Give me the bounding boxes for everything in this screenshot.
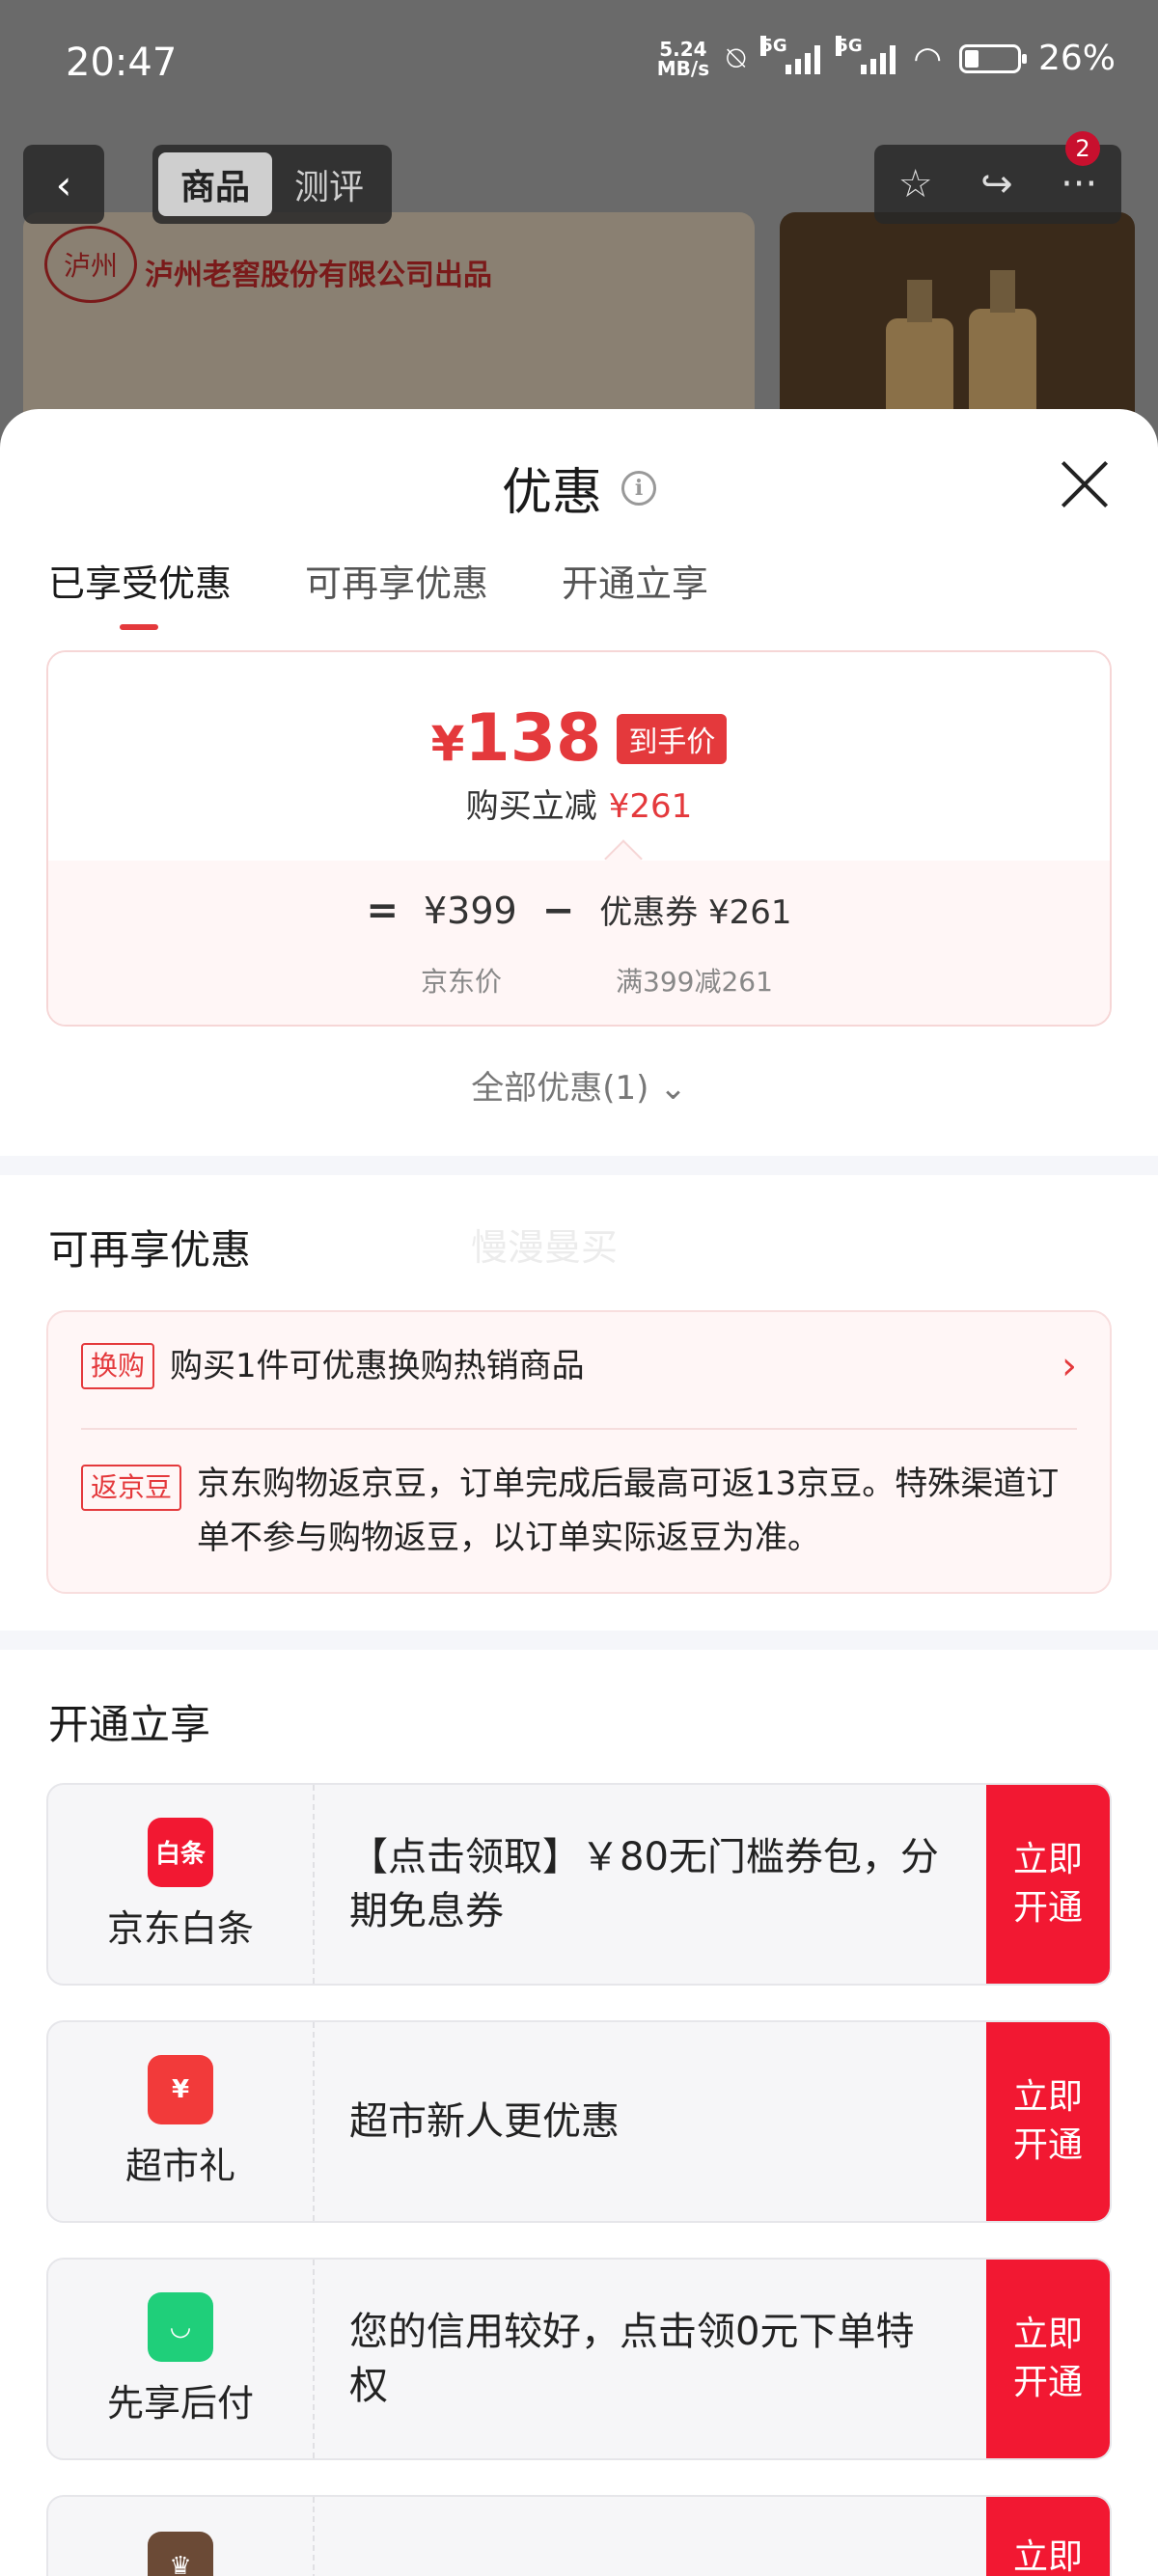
tab-reenjoy[interactable]: 可再享优惠 [305, 554, 488, 630]
reenjoy-card: 换购 购买1件可优惠换购热销商品 › 返京豆 京东购物返京豆，订单完成后最高可返… [46, 1310, 1112, 1594]
instant-discount: 购买立减 ¥261 [48, 780, 1110, 827]
close-icon[interactable] [1058, 457, 1112, 511]
section-divider [0, 1156, 1158, 1175]
promo-text: 购买1件可优惠换购热销商品 [170, 1347, 585, 1385]
brand-text: 泸州老窖股份有限公司出品 [145, 259, 492, 292]
shopping-bag-icon: ◡ [148, 2291, 213, 2362]
open-card-member[interactable]: ♛ 立即开通 [46, 2495, 1112, 2576]
chevron-right-icon: › [1062, 1344, 1077, 1388]
promo-row-tradein[interactable]: 换购 购买1件可优惠换购热销商品 › [81, 1343, 1077, 1389]
open-card-desc: 【点击领取】￥80无门槛券包，分期免息券 [349, 1835, 939, 1933]
section-divider [0, 1631, 1158, 1650]
open-card-name: 超市礼 [124, 2144, 235, 2187]
open-title: 开通立享 [48, 1701, 211, 1748]
jd-price: ¥399 [423, 890, 517, 932]
crown-icon: ♛ [148, 2532, 213, 2576]
open-now-button[interactable]: 立即开通 [986, 2022, 1110, 2221]
segment-review[interactable]: 测评 [272, 152, 386, 216]
page-segment-switch: 商品 测评 [152, 145, 392, 224]
sheet-title: 优惠 [501, 464, 602, 522]
promo-row-jingdou: 返京豆 京东购物返京豆，订单完成后最高可返13京豆。特殊渠道订单不参与购物返豆，… [81, 1457, 1077, 1565]
top-bar: ‹ 商品 测评 ☆ ↪ ··· 2 [0, 131, 1158, 224]
signal-tag: 5G [836, 35, 863, 56]
promo-tabs: 已享受优惠 可再享优惠 开通立享 [48, 554, 708, 630]
sheet-header: 优惠 i [0, 452, 1158, 524]
final-price-tag: 到手价 [617, 713, 728, 764]
share-icon[interactable]: ↪ [980, 162, 1013, 206]
promo-tag: 返京豆 [81, 1465, 182, 1511]
top-actions: ☆ ↪ ··· 2 [874, 131, 1121, 224]
open-now-button[interactable]: 立即开通 [986, 1785, 1110, 1984]
open-card-desc: 超市新人更优惠 [349, 2099, 620, 2144]
final-price: ¥138 [431, 700, 602, 777]
price-formula: = ¥399 − 优惠券 ¥261 [48, 886, 1110, 933]
status-bar: 20:47 5.24 MB/s ⍉ 5G 5G ◠ 26% [0, 0, 1158, 135]
open-card-baitiao[interactable]: 白条 京东白条 【点击领取】￥80无门槛券包，分期免息券 立即开通 [46, 1783, 1112, 1986]
reenjoy-title: 可再享优惠 [48, 1226, 252, 1274]
signal-5g-icon-2: 5G [836, 35, 896, 74]
open-now-button[interactable]: 立即开通 [986, 2260, 1110, 2458]
final-price-amount: 138 [464, 700, 602, 777]
row-divider [81, 1428, 1077, 1430]
open-now-button[interactable]: 立即开通 [986, 2497, 1110, 2576]
instant-discount-value: ¥261 [608, 787, 693, 826]
jd-price-label: 京东价 [421, 966, 503, 998]
open-card-name: 先享后付 [106, 2381, 254, 2425]
brand-logo: 泸州 [44, 226, 137, 303]
tab-open[interactable]: 开通立享 [562, 554, 708, 630]
minus-sign: − [541, 889, 575, 933]
coupon-label: 满399减261 [616, 966, 773, 998]
notification-badge: 2 [1065, 131, 1100, 166]
supermarket-gift-icon: ¥ [148, 2054, 213, 2124]
info-icon[interactable]: i [621, 470, 656, 506]
promo-text: 京东购物返京豆，订单完成后最高可返13京豆。特殊渠道订单不参与购物返豆，以订单实… [197, 1465, 1060, 1557]
promo-sheet: 优惠 i 已享受优惠 可再享优惠 开通立享 ¥138 到手价 购买立减 ¥261 … [0, 409, 1158, 2576]
wifi-icon: ◠ [913, 39, 942, 78]
coupon-value: 优惠券 ¥261 [599, 893, 792, 932]
status-time: 20:47 [66, 41, 178, 85]
all-promotions-toggle[interactable]: 全部优惠(1) ⌄ [0, 1061, 1158, 1109]
segment-goods[interactable]: 商品 [158, 152, 272, 216]
tab-enjoyed[interactable]: 已享受优惠 [48, 554, 232, 630]
watermark: 慢漫曼买 [471, 1226, 619, 1269]
battery-percent: 26% [1037, 39, 1116, 78]
open-card-name: 京东白条 [106, 1906, 254, 1950]
network-speed: 5.24 MB/s [657, 40, 709, 78]
favorite-star-icon[interactable]: ☆ [898, 162, 933, 206]
network-speed-unit: MB/s [656, 56, 710, 80]
signal-tag: 5G [760, 35, 787, 56]
open-card-paylater[interactable]: ◡ 先享后付 您的信用较好，点击领0元下单特权 立即开通 [46, 2258, 1112, 2460]
battery-icon [958, 43, 1027, 73]
back-arrow-icon: ‹ [55, 160, 72, 208]
equals-sign: = [366, 889, 399, 933]
price-breakdown-card: ¥138 到手价 购买立减 ¥261 = ¥399 − 优惠券 ¥261 京东价 … [46, 650, 1112, 1027]
back-button[interactable]: ‹ [23, 145, 104, 224]
more-icon[interactable]: ··· [1061, 162, 1097, 206]
promo-tag: 换购 [81, 1343, 155, 1389]
currency-symbol: ¥ [430, 716, 465, 772]
alarm-muted-icon: ⍉ [727, 40, 746, 76]
instant-discount-label: 购买立减 [465, 787, 597, 826]
network-speed-value: 5.24 [659, 37, 707, 61]
open-card-desc: 您的信用较好，点击领0元下单特权 [349, 2310, 915, 2408]
signal-5g-icon-1: 5G [760, 35, 821, 74]
open-card-supermarket[interactable]: ¥ 超市礼 超市新人更优惠 立即开通 [46, 2020, 1112, 2223]
status-icons: 5.24 MB/s ⍉ 5G 5G ◠ 26% [657, 35, 1116, 78]
baitiao-icon: 白条 [148, 1817, 213, 1887]
